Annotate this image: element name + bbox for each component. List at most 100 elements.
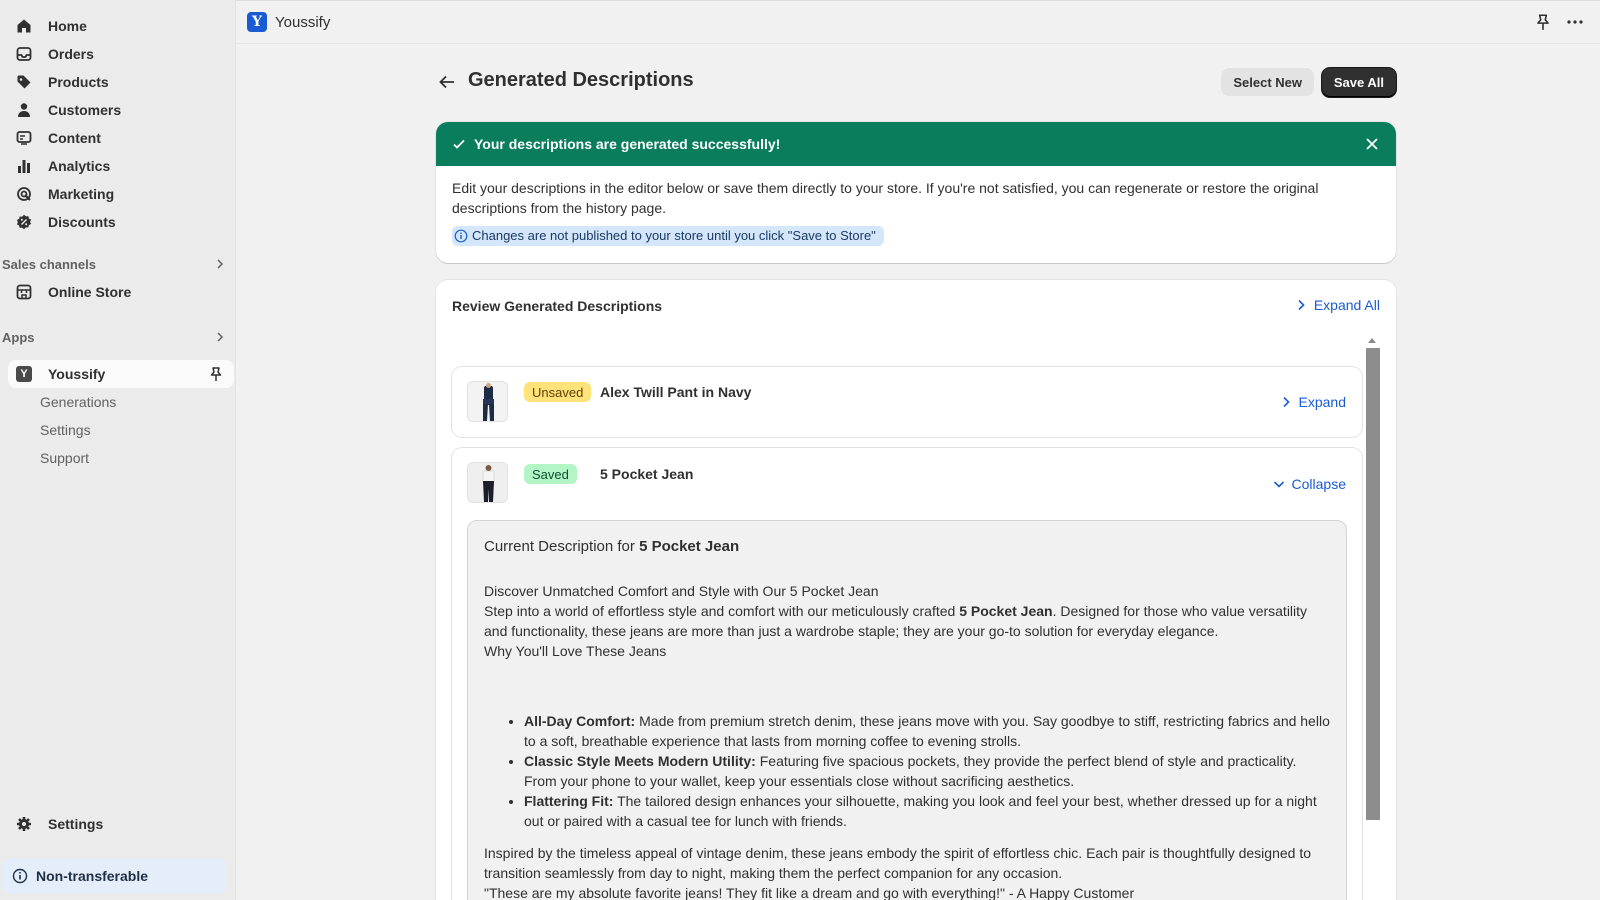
select-new-button[interactable]: Select New [1221, 68, 1314, 96]
sidebar-item-label: Products [48, 74, 109, 90]
sidebar-item-label: Marketing [48, 186, 115, 202]
apps-header[interactable]: Apps [2, 327, 232, 347]
product-thumbnail [467, 462, 508, 503]
sidebar-item-home[interactable]: Home [8, 12, 234, 40]
expand-label: Expand [1298, 394, 1346, 410]
more-icon[interactable] [1566, 13, 1584, 31]
chevron-right-icon [217, 259, 224, 269]
sidebar-item-orders[interactable]: Orders [8, 40, 234, 68]
review-card: Review Generated Descriptions Expand All… [436, 280, 1396, 900]
feature-text: Made from premium stretch denim, these j… [524, 713, 1330, 749]
sidebar-item-label: Discounts [48, 214, 116, 230]
page-title: Generated Descriptions [468, 69, 694, 91]
sidebar-item-products[interactable]: Products [8, 68, 234, 96]
person-icon [16, 102, 32, 118]
content-icon [16, 130, 32, 146]
description-heading-prefix: Current Description for [484, 538, 640, 555]
chevron-down-icon [1273, 481, 1284, 488]
publish-note: Changes are not published to your store … [452, 226, 884, 246]
topbar: Y Youssify [236, 0, 1600, 44]
bar-chart-icon [16, 158, 32, 174]
pin-icon[interactable] [1534, 13, 1552, 31]
pin-icon[interactable] [208, 366, 224, 382]
product-row[interactable]: Saved 5 Pocket Jean Collapse Current Des… [452, 448, 1362, 900]
customer-quote: "These are my absolute favorite jeans! T… [484, 885, 1135, 900]
app-title: Youssify [275, 13, 331, 31]
target-icon [16, 186, 32, 202]
expand-all-label: Expand All [1313, 297, 1380, 313]
review-title: Review Generated Descriptions [452, 298, 663, 314]
sidebar-item-marketing[interactable]: Marketing [8, 180, 234, 208]
navy-pant-image [483, 383, 494, 421]
description-heading: Current Description for 5 Pocket Jean [484, 537, 1330, 557]
sales-channels-label: Sales channels [2, 256, 96, 272]
banner-body-text: Edit your descriptions in the editor bel… [452, 180, 1319, 216]
sidebar-subitem-support[interactable]: Support [40, 446, 89, 470]
sidebar-subitem-settings[interactable]: Settings [40, 418, 91, 442]
list-item: All-Day Comfort: Made from premium stret… [524, 711, 1330, 751]
sidebar-item-label: Youssify [48, 366, 106, 382]
apps-label: Apps [2, 329, 35, 345]
sidebar-item-label: Orders [48, 46, 94, 62]
inbox-icon [16, 46, 32, 62]
sidebar-item-label: Content [48, 130, 101, 146]
list-item: Flattering Fit: The tailored design enha… [524, 791, 1330, 831]
sidebar: Home Orders Products Customers Content A… [0, 0, 236, 900]
product-name: 5 Pocket Jean [600, 466, 694, 482]
scrollbar-thumb[interactable] [1366, 348, 1380, 820]
product-name: Alex Twill Pant in Navy [600, 384, 752, 400]
save-all-button[interactable]: Save All [1321, 68, 1396, 97]
sidebar-item-youssify[interactable]: Y Youssify [8, 360, 234, 388]
jean-image [468, 463, 507, 502]
sidebar-item-label: Settings [48, 816, 104, 832]
scrollbar[interactable] [1366, 338, 1380, 900]
sidebar-item-label: Online Store [48, 284, 132, 300]
banner-header: Your descriptions are generated successf… [436, 122, 1396, 166]
sidebar-item-customers[interactable]: Customers [8, 96, 234, 124]
expand-all-button[interactable]: Expand All [1294, 297, 1380, 313]
scroll-up-arrow-icon[interactable] [1368, 338, 1376, 343]
sidebar-item-settings[interactable]: Settings [8, 810, 234, 838]
app-logo-icon: Y [247, 12, 267, 32]
product-thumbnail [467, 381, 508, 422]
success-banner: Your descriptions are generated successf… [436, 122, 1396, 263]
app-logo-icon: Y [16, 366, 32, 382]
closing-text: Inspired by the timeless appeal of vinta… [484, 845, 1311, 881]
sidebar-subitem-generations[interactable]: Generations [40, 390, 116, 414]
sidebar-item-label: Customers [48, 102, 122, 118]
description-heading-product: 5 Pocket Jean [639, 538, 740, 555]
list-item: Classic Style Meets Modern Utility: Feat… [524, 751, 1330, 791]
sidebar-item-analytics[interactable]: Analytics [8, 152, 234, 180]
close-icon[interactable] [1364, 136, 1380, 152]
discount-icon [16, 214, 32, 230]
sidebar-item-online-store[interactable]: Online Store [8, 278, 234, 306]
non-transferable-badge[interactable]: Non-transferable [2, 858, 226, 894]
intro-text: Step into a world of effortless style an… [484, 603, 960, 619]
expand-button[interactable]: Expand [1279, 394, 1346, 410]
collapse-label: Collapse [1291, 476, 1346, 492]
sidebar-item-label: Analytics [48, 158, 111, 174]
collapse-button[interactable]: Collapse [1272, 476, 1346, 492]
info-icon [12, 868, 28, 884]
sidebar-item-discounts[interactable]: Discounts [8, 208, 234, 236]
publish-note-text: Changes are not published to your store … [472, 228, 876, 243]
checkmark-icon [453, 139, 465, 149]
sales-channels-header[interactable]: Sales channels [2, 254, 232, 274]
chevron-right-icon [1298, 299, 1305, 311]
intro-title: Discover Unmatched Comfort and Style wit… [484, 583, 879, 599]
feature-title: All-Day Comfort: [524, 713, 636, 729]
sidebar-item-content[interactable]: Content [8, 124, 234, 152]
banner-title: Your descriptions are generated successf… [474, 136, 781, 152]
feature-title: Classic Style Meets Modern Utility: [524, 753, 756, 769]
feature-list: All-Day Comfort: Made from premium stret… [484, 711, 1330, 831]
product-row[interactable]: Unsaved Alex Twill Pant in Navy Expand [452, 367, 1362, 437]
info-icon [454, 229, 468, 243]
description-editor[interactable]: Current Description for 5 Pocket Jean Di… [467, 520, 1347, 900]
non-transferable-label: Non-transferable [36, 868, 149, 884]
feature-title: Flattering Fit: [524, 793, 614, 809]
page-header: Generated Descriptions Select New Save A… [436, 66, 1396, 98]
closing-paragraph: Inspired by the timeless appeal of vinta… [484, 843, 1330, 900]
chevron-right-icon [217, 332, 224, 342]
back-arrow-icon[interactable] [436, 71, 458, 93]
store-icon [16, 284, 32, 300]
